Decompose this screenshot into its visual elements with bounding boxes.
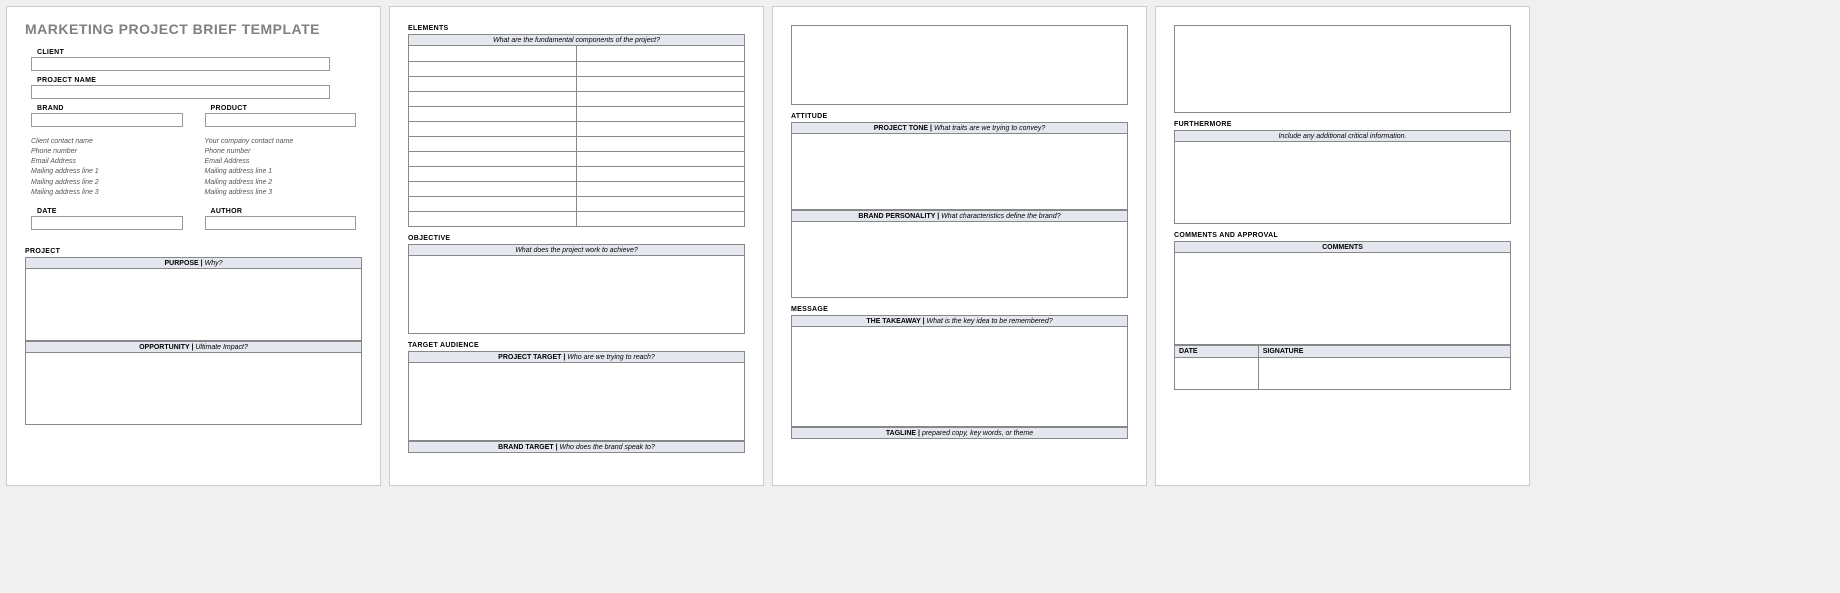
band-comments: COMMENTS: [1174, 241, 1511, 253]
section-elements: ELEMENTS: [408, 25, 745, 32]
input-sig-signature[interactable]: [1259, 358, 1510, 389]
band-prompt: Ultimate Impact?: [195, 344, 248, 351]
band-prompt: What is the key idea to be remembered?: [927, 318, 1053, 325]
band-prompt: What traits are we trying to convey?: [934, 125, 1045, 132]
elements-table[interactable]: [408, 46, 745, 227]
meta-line: Mailing address line 2: [205, 178, 357, 188]
box-furthermore[interactable]: [1174, 142, 1511, 224]
band-prompt: What does the project work to achieve?: [515, 247, 638, 254]
band-tagline: TAGLINE | prepared copy, key words, or t…: [791, 427, 1128, 439]
meta-line: Phone number: [205, 147, 357, 157]
section-furthermore: FURTHERMORE: [1174, 121, 1511, 128]
band-project-tone: PROJECT TONE | What traits are we trying…: [791, 122, 1128, 134]
band-key: BRAND TARGET: [498, 444, 553, 451]
band-prompt: Include any additional critical informat…: [1278, 133, 1406, 140]
label-product: PRODUCT: [211, 105, 357, 112]
meta-line: Mailing address line 3: [31, 188, 183, 198]
box-comments[interactable]: [1174, 253, 1511, 345]
company-contact-block: Your company contact name Phone number E…: [205, 137, 357, 198]
meta-line: Mailing address line 1: [31, 167, 183, 177]
document-title: MARKETING PROJECT BRIEF TEMPLATE: [25, 21, 362, 37]
meta-line: Phone number: [31, 147, 183, 157]
section-message: MESSAGE: [791, 306, 1128, 313]
section-project: PROJECT: [25, 248, 362, 255]
band-project-target: PROJECT TARGET | Who are we trying to re…: [408, 351, 745, 363]
band-takeaway: THE TAKEAWAY | What is the key idea to b…: [791, 315, 1128, 327]
band-objective: What does the project work to achieve?: [408, 244, 745, 256]
meta-line: Mailing address line 2: [31, 178, 183, 188]
band-key: THE TAKEAWAY: [866, 318, 920, 325]
band-prompt: prepared copy, key words, or theme: [922, 430, 1033, 437]
band-furthermore: Include any additional critical informat…: [1174, 130, 1511, 142]
band-brand-personality: BRAND PERSONALITY | What characteristics…: [791, 210, 1128, 222]
band-brand-target: BRAND TARGET | Who does the brand speak …: [408, 441, 745, 453]
page-1: MARKETING PROJECT BRIEF TEMPLATE CLIENT …: [6, 6, 381, 486]
meta-line: Mailing address line 1: [205, 167, 357, 177]
meta-line: Email Address: [205, 157, 357, 167]
box-purpose[interactable]: [25, 269, 362, 341]
box-brand-personality[interactable]: [791, 222, 1128, 298]
band-prompt: Who does the brand speak to?: [560, 444, 655, 451]
band-prompt: Who are we trying to reach?: [567, 354, 655, 361]
meta-line: Client contact name: [31, 137, 183, 147]
label-project-name: PROJECT NAME: [37, 77, 356, 84]
box-project-tone[interactable]: [791, 134, 1128, 210]
label-author: AUTHOR: [211, 208, 357, 215]
band-prompt: What are the fundamental components of t…: [493, 37, 660, 44]
box-objective[interactable]: [408, 256, 745, 334]
label-sig-date: DATE: [1175, 346, 1259, 357]
box-opportunity[interactable]: [25, 353, 362, 425]
band-purpose: PURPOSE | Why?: [25, 257, 362, 269]
client-contact-block: Client contact name Phone number Email A…: [31, 137, 183, 198]
section-objective: OBJECTIVE: [408, 235, 745, 242]
label-sig-signature: SIGNATURE: [1259, 346, 1510, 357]
band-key: TAGLINE: [886, 430, 916, 437]
input-client[interactable]: [31, 57, 330, 71]
label-brand: BRAND: [37, 105, 183, 112]
section-target-audience: TARGET AUDIENCE: [408, 342, 745, 349]
band-prompt: What characteristics define the brand?: [941, 213, 1060, 220]
meta-line: Mailing address line 3: [205, 188, 357, 198]
band-elements: What are the fundamental components of t…: [408, 34, 745, 46]
page-2: ELEMENTS What are the fundamental compon…: [389, 6, 764, 486]
band-key: BRAND PERSONALITY: [858, 213, 935, 220]
page-4: FURTHERMORE Include any additional criti…: [1155, 6, 1530, 486]
input-product[interactable]: [205, 113, 357, 127]
box-takeaway[interactable]: [791, 327, 1128, 427]
input-project-name[interactable]: [31, 85, 330, 99]
band-key: PURPOSE: [165, 260, 199, 267]
input-author[interactable]: [205, 216, 357, 230]
box-tagline[interactable]: [1174, 25, 1511, 113]
input-sig-date[interactable]: [1175, 358, 1259, 389]
box-brand-target[interactable]: [791, 25, 1128, 105]
band-opportunity: OPPORTUNITY | Ultimate Impact?: [25, 341, 362, 353]
label-client: CLIENT: [37, 49, 356, 56]
input-date[interactable]: [31, 216, 183, 230]
band-key: OPPORTUNITY: [139, 344, 189, 351]
box-project-target[interactable]: [408, 363, 745, 441]
band-prompt: Why?: [205, 260, 223, 267]
section-comments-approval: COMMENTS AND APPROVAL: [1174, 232, 1511, 239]
section-attitude: ATTITUDE: [791, 113, 1128, 120]
band-key: PROJECT TONE: [874, 125, 928, 132]
label-date: DATE: [37, 208, 183, 215]
input-brand[interactable]: [31, 113, 183, 127]
page-3: ATTITUDE PROJECT TONE | What traits are …: [772, 6, 1147, 486]
band-key: PROJECT TARGET: [498, 354, 561, 361]
meta-line: Your company contact name: [205, 137, 357, 147]
meta-line: Email Address: [31, 157, 183, 167]
